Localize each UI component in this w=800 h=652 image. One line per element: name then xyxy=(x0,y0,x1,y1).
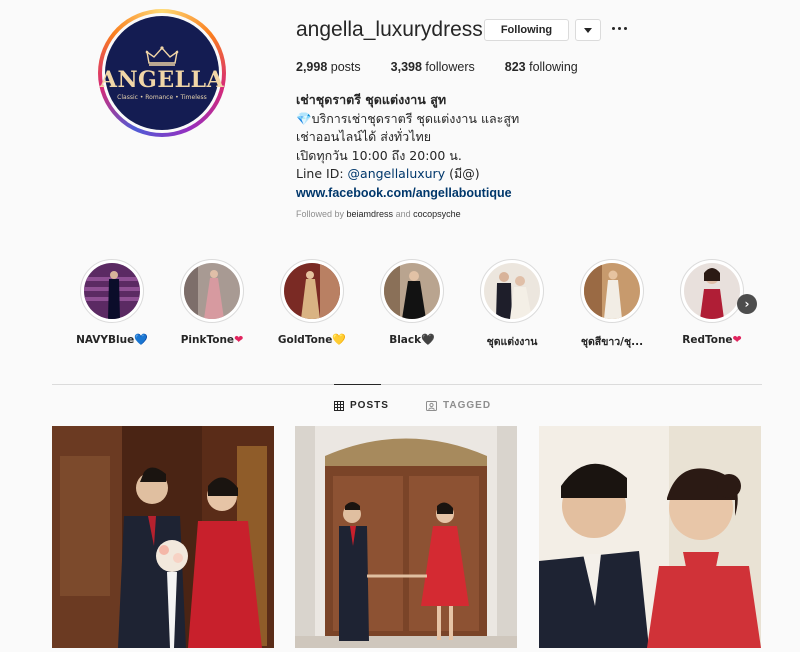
highlight-label: ชุดแต่งงาน xyxy=(486,336,538,348)
tab-posts[interactable]: POSTS xyxy=(334,400,389,411)
highlight-cover xyxy=(580,259,644,323)
highlight-cover xyxy=(80,259,144,323)
highlight-black[interactable]: Black🖤 xyxy=(362,259,462,346)
posts-stat: 2,998 posts xyxy=(296,60,361,74)
tab-tagged[interactable]: TAGGED xyxy=(426,400,491,411)
highlight-label: ชุดสีขาว/ชุ... xyxy=(580,336,644,348)
highlight-image xyxy=(484,263,540,319)
highlight-label: GoldTone💛 xyxy=(277,333,347,346)
followed-by: Followed by beiamdress and cocopsyche xyxy=(296,209,461,219)
highlight-cover xyxy=(280,259,344,323)
tag-icon xyxy=(426,400,437,411)
highlight-cover xyxy=(480,259,544,323)
highlight-pinktone[interactable]: PinkTone❤ xyxy=(162,259,262,346)
followed-by-prefix: Followed by xyxy=(296,209,347,219)
highlight-label: NAVYBlue💙 xyxy=(76,333,148,346)
more-dot xyxy=(612,26,615,30)
highlight-cover xyxy=(680,259,744,323)
more-dot xyxy=(624,26,627,30)
tabs-divider xyxy=(52,384,762,385)
post-image xyxy=(52,426,274,648)
crown-icon xyxy=(145,46,179,66)
highlight-image xyxy=(284,263,340,319)
post-thumbnail[interactable] xyxy=(52,426,274,648)
highlight-image xyxy=(84,263,140,319)
profile-website-link[interactable]: www.facebook.com/angellaboutique xyxy=(296,184,519,203)
highlight-cover xyxy=(180,259,244,323)
followers-stat[interactable]: 3,398 followers xyxy=(391,60,475,74)
followed-by-joiner: and xyxy=(393,209,414,219)
line-id-prefix: Line ID: xyxy=(296,166,348,181)
bio-line: เช่าออนไลน์ได้ ส่งทั่วไทย xyxy=(296,129,432,144)
highlight-image xyxy=(184,263,240,319)
following-label[interactable]: following xyxy=(529,60,578,74)
avatar-tagline: Classic • Romance • Timeless xyxy=(117,94,207,101)
highlight-label: PinkTone❤ xyxy=(180,333,244,346)
post-image xyxy=(295,426,517,648)
following-button[interactable]: Following xyxy=(484,19,569,41)
bio-line: 💎บริการเช่าชุดราตรี ชุดแต่งงาน และสูท xyxy=(296,110,520,126)
tab-posts-label[interactable]: POSTS xyxy=(350,400,389,411)
highlight-wedding[interactable]: ชุดแต่งงาน xyxy=(462,259,562,350)
line-id-suffix: (มี@) xyxy=(445,166,480,181)
following-stat[interactable]: 823 following xyxy=(505,60,578,74)
tab-tagged-label[interactable]: TAGGED xyxy=(443,400,491,411)
avatar-logo: ANGELLA Classic • Romance • Timeless xyxy=(100,16,224,130)
highlight-navyblue[interactable]: NAVYBlue💙 xyxy=(62,259,162,346)
profile-full-name: เช่าชุดราตรี ชุดแต่งงาน สูท xyxy=(296,92,447,107)
followers-label[interactable]: followers xyxy=(425,60,474,74)
profile-bio: เช่าชุดราตรี ชุดแต่งงาน สูท 💎บริการเช่าช… xyxy=(296,91,519,202)
followed-by-user[interactable]: beiamdress xyxy=(347,209,394,219)
chevron-down-icon xyxy=(584,27,592,33)
avatar-border: ANGELLA Classic • Romance • Timeless xyxy=(100,13,224,133)
highlight-goldtone[interactable]: GoldTone💛 xyxy=(262,259,362,346)
followers-count[interactable]: 3,398 xyxy=(391,60,422,74)
suggested-dropdown-button[interactable] xyxy=(575,19,601,41)
highlight-image xyxy=(584,263,640,319)
followed-by-user[interactable]: cocopsyche xyxy=(413,209,461,219)
bio-line: เปิดทุกวัน 10:00 ถึง 20:00 น. xyxy=(296,147,462,163)
active-tab-indicator xyxy=(334,384,381,385)
grid-icon xyxy=(334,400,344,411)
more-options-icon[interactable] xyxy=(612,21,627,35)
posts-label: posts xyxy=(330,60,361,74)
highlight-image xyxy=(384,263,440,319)
post-image xyxy=(539,426,761,648)
posts-count: 2,998 xyxy=(296,60,328,74)
bio-line-id: Line ID: @angellaluxury (มี@) xyxy=(296,165,519,184)
profile-avatar[interactable]: ANGELLA Classic • Romance • Timeless xyxy=(98,9,226,137)
highlight-label: RedTone❤ xyxy=(682,333,742,346)
profile-username: angella_luxurydress xyxy=(296,18,483,41)
avatar-brand-text: ANGELLA xyxy=(99,67,225,93)
highlight-white-dress[interactable]: ชุดสีขาว/ชุ... xyxy=(562,259,662,350)
more-dot xyxy=(618,26,621,30)
profile-stats: 2,998 posts 3,398 followers 823 followin… xyxy=(296,60,608,74)
post-thumbnail[interactable] xyxy=(539,426,761,648)
highlight-cover xyxy=(380,259,444,323)
line-id-handle-link[interactable]: @angellaluxury xyxy=(348,166,446,181)
chevron-right-icon[interactable]: › xyxy=(737,294,757,314)
post-thumbnail[interactable] xyxy=(295,426,517,648)
highlight-image xyxy=(684,263,740,319)
following-count[interactable]: 823 xyxy=(505,60,526,74)
highlight-label: Black🖤 xyxy=(389,333,435,346)
story-highlights: NAVYBlue💙 PinkTone❤ GoldTone💛 Black🖤 ชุด… xyxy=(62,259,762,349)
